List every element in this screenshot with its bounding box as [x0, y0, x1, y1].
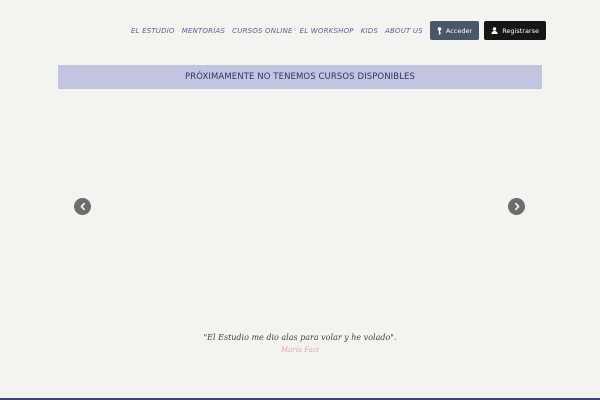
login-button[interactable]: Acceder [429, 21, 480, 40]
chevron-right-icon [514, 203, 519, 210]
notice-banner: PRÓXIMAMENTE NO TENEMOS CURSOS DISPONIBL… [58, 65, 542, 89]
nav-link-el-estudio[interactable]: EL ESTUDIO [131, 27, 175, 35]
testimonial-quote: "El Estudio me dio alas para volar y he … [203, 333, 397, 342]
nav-link-el-workshop[interactable]: EL WORKSHOP [300, 27, 354, 35]
login-label: Acceder [445, 26, 473, 35]
chevron-left-icon [80, 203, 85, 210]
slider-next-button[interactable] [508, 198, 525, 215]
nav-link-kids[interactable]: KIDS [361, 27, 378, 35]
register-button[interactable]: Registrarse [484, 21, 546, 40]
nav-link-mentorias[interactable]: MENTORÍAS [182, 27, 225, 35]
page: EL ESTUDIO MENTORÍAS CURSOS ONLINE EL WO… [0, 0, 600, 400]
testimonial-author: María Faci [280, 346, 320, 354]
user-icon [491, 27, 498, 34]
register-label: Registrarse [502, 26, 539, 35]
key-icon [437, 26, 442, 35]
nav-link-about-us[interactable]: ABOUT US [385, 27, 423, 35]
notice-text: PRÓXIMAMENTE NO TENEMOS CURSOS DISPONIBL… [184, 72, 416, 82]
slider-prev-button[interactable] [74, 198, 91, 215]
nav-links: EL ESTUDIO MENTORÍAS CURSOS ONLINE EL WO… [124, 27, 423, 35]
nav-link-cursos-online[interactable]: CURSOS ONLINE [232, 27, 292, 35]
main-nav: EL ESTUDIO MENTORÍAS CURSOS ONLINE EL WO… [124, 21, 546, 40]
